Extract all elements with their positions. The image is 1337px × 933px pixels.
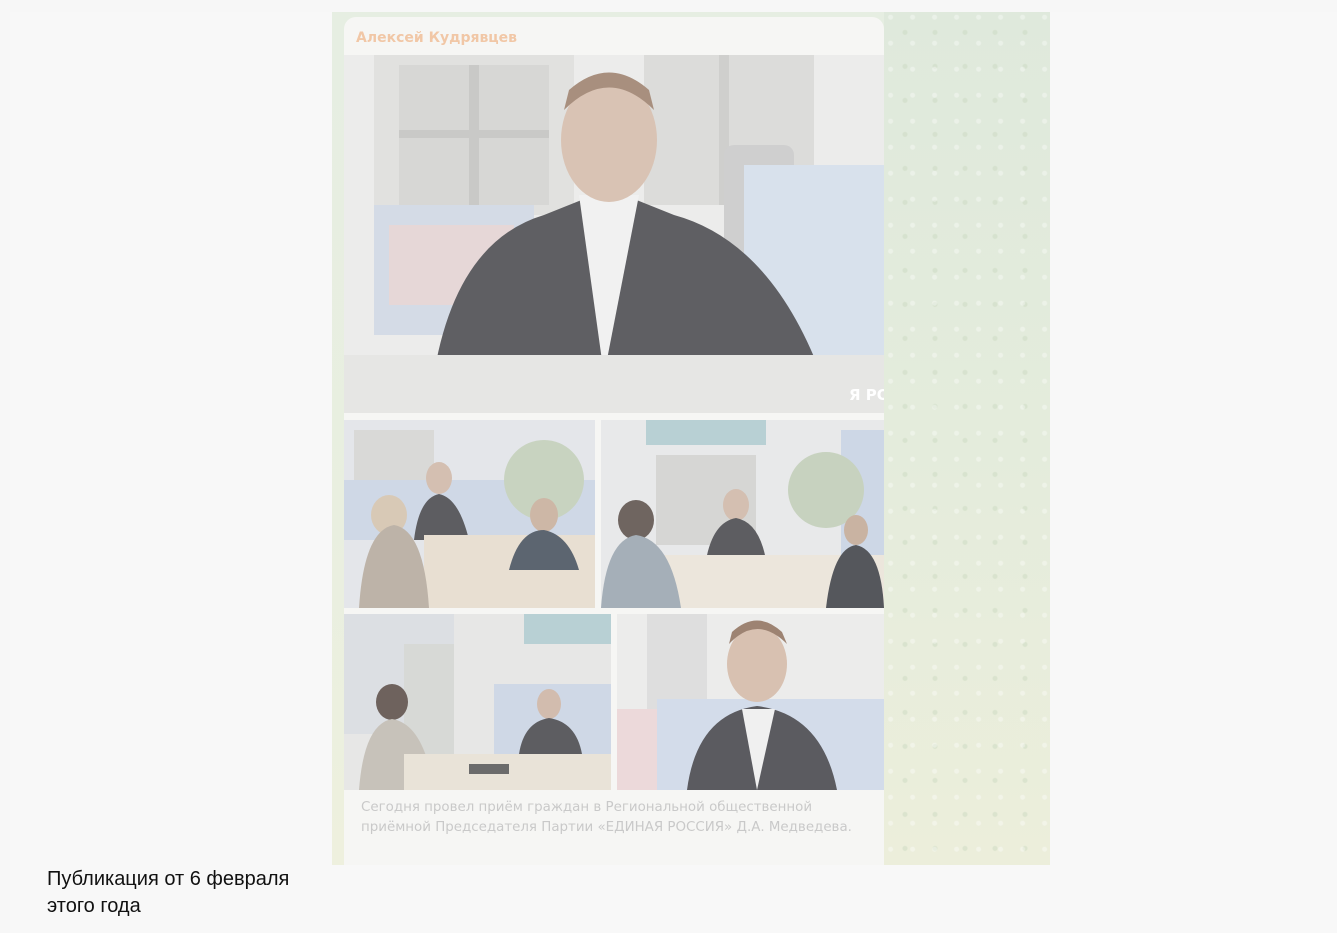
photo-meeting-2[interactable] xyxy=(601,420,884,608)
photo-portrait[interactable] xyxy=(617,614,884,790)
telegram-post-screenshot: Алексей Кудрявцев Я РО Сегодня провел пр… xyxy=(332,12,1050,865)
photo-meeting-1[interactable] xyxy=(344,420,595,608)
banner-text: Я РО xyxy=(849,386,884,404)
photo-main[interactable]: Я РО xyxy=(344,55,884,413)
post-caption: Сегодня провел приём граждан в Региональ… xyxy=(361,800,852,835)
post-author[interactable]: Алексей Кудрявцев xyxy=(356,30,517,46)
chat-wallpaper xyxy=(884,12,1050,865)
message-bubble: Алексей Кудрявцев Я РО Сегодня провел пр… xyxy=(344,17,884,865)
photo-meeting-3[interactable] xyxy=(344,614,611,790)
publication-date-note: Публикация от 6 февраля этого года xyxy=(47,868,290,917)
